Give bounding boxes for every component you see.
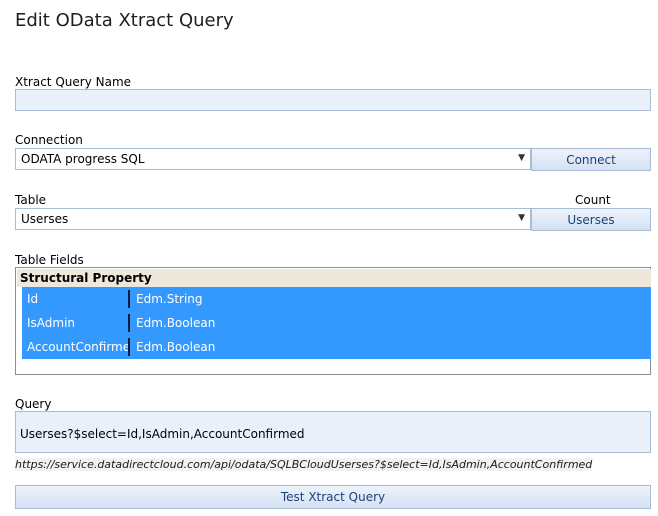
query-text: Userses?$select=Id,IsAdmin,AccountConfir… [20, 427, 305, 441]
query-name-label: Xtract Query Name [15, 75, 132, 89]
query-url: https://service.datadirectcloud.com/api/… [15, 458, 593, 471]
connection-selected: ODATA progress SQL [21, 152, 145, 166]
field-type: Edm.Boolean [136, 316, 216, 330]
query-textarea[interactable]: Userses?$select=Id,IsAdmin,AccountConfir… [15, 411, 651, 453]
connection-dropdown[interactable]: ODATA progress SQL ▼ [15, 148, 531, 170]
table-row[interactable]: IsAdmin Edm.Boolean [22, 311, 651, 335]
table-fields-grid[interactable]: Structural Property Id Edm.String IsAdmi… [15, 267, 651, 375]
chevron-down-icon: ▼ [518, 213, 525, 223]
table-row[interactable]: Id Edm.String [22, 287, 651, 311]
table-selected: Userses [21, 212, 69, 226]
grid-header-structural-property: Structural Property [17, 269, 651, 287]
test-xtract-query-button[interactable]: Test Xtract Query [15, 485, 651, 509]
table-row[interactable]: AccountConfirmed Edm.Boolean [22, 335, 651, 359]
count-label: Count [575, 193, 611, 207]
field-type: Edm.Boolean [136, 340, 216, 354]
query-name-input[interactable] [15, 89, 651, 111]
connection-label: Connection [15, 133, 83, 147]
table-fields-label: Table Fields [15, 253, 84, 267]
dialog-title: Edit OData Xtract Query [15, 10, 234, 31]
field-name: Id [27, 292, 39, 306]
field-name: AccountConfirmed [27, 340, 128, 354]
table-dropdown[interactable]: Userses ▼ [15, 208, 531, 230]
query-label: Query [15, 397, 52, 411]
count-button[interactable]: Userses [531, 208, 651, 231]
connect-button[interactable]: Connect [531, 148, 651, 171]
table-label: Table [15, 193, 47, 207]
field-type: Edm.String [136, 292, 203, 306]
chevron-down-icon: ▼ [518, 153, 525, 163]
field-name: IsAdmin [27, 316, 76, 330]
